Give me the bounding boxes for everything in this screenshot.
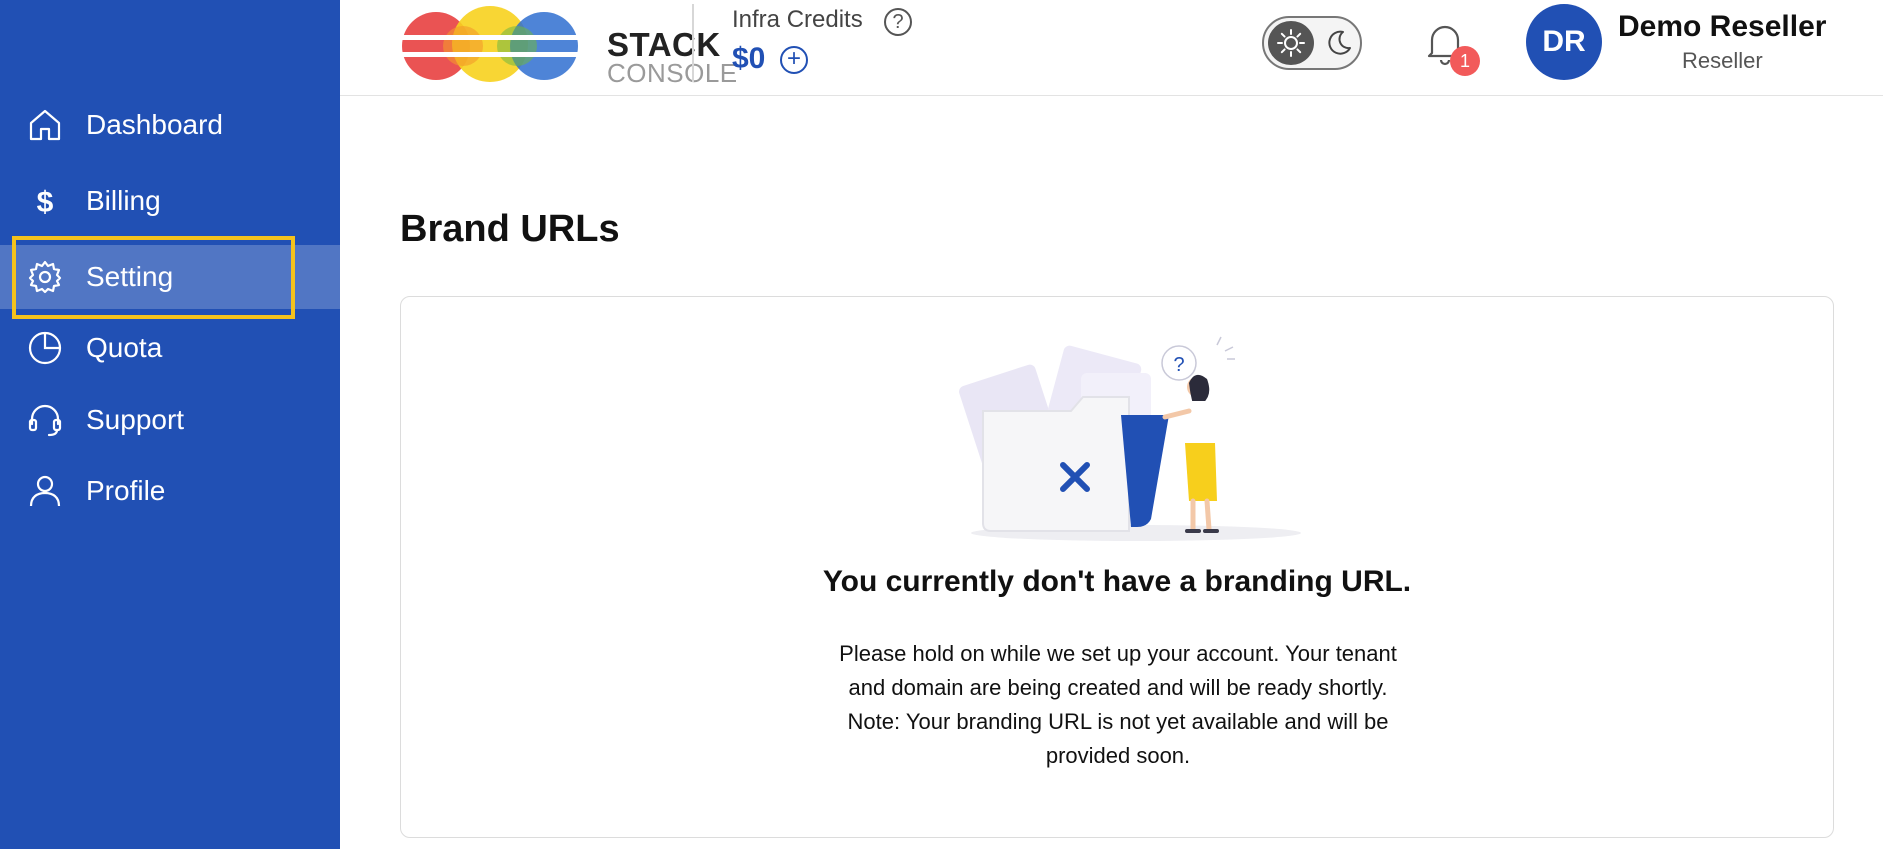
- dollar-icon: $: [26, 182, 64, 220]
- top-header: STACK CONSOLE Infra Credits ? $0 + 1 DR …: [340, 0, 1883, 96]
- svg-text:?: ?: [1173, 354, 1184, 376]
- theme-toggle[interactable]: [1262, 16, 1362, 70]
- empty-state-description: Please hold on while we set up your acco…: [781, 637, 1455, 773]
- sidebar-item-label: Setting: [86, 261, 174, 292]
- sidebar: Dashboard $ Billing Setting Quota Suppor…: [0, 0, 340, 849]
- gear-icon: [26, 258, 64, 296]
- sidebar-item-label: Support: [86, 404, 185, 435]
- empty-state-title: You currently don't have a branding URL.: [822, 565, 1412, 598]
- empty-state-line: Note: Your branding URL is not yet avail…: [847, 709, 1389, 734]
- avatar[interactable]: DR: [1526, 4, 1602, 80]
- logo-circles-icon: [400, 6, 600, 82]
- empty-state-line: provided soon.: [1045, 743, 1191, 768]
- user-icon: [26, 472, 64, 510]
- sidebar-item-billing[interactable]: $ Billing: [0, 169, 340, 233]
- logo-text-console: CONSOLE: [607, 58, 738, 88]
- user-name[interactable]: Demo Reseller: [1618, 10, 1826, 44]
- notification-badge: 1: [1450, 46, 1480, 76]
- empty-state-card: ? You currently don't have a branding UR…: [400, 296, 1834, 838]
- sidebar-item-profile[interactable]: Profile: [0, 459, 340, 523]
- sidebar-item-setting[interactable]: Setting: [0, 236, 340, 319]
- help-icon[interactable]: ?: [884, 8, 912, 36]
- headset-icon: [26, 401, 64, 439]
- page-title: Brand URLs: [400, 208, 620, 250]
- sidebar-item-label: Dashboard: [86, 109, 223, 140]
- home-icon: [26, 106, 64, 144]
- moon-icon: [1322, 26, 1356, 60]
- sidebar-item-support[interactable]: Support: [0, 388, 340, 452]
- sidebar-item-label: Billing: [86, 185, 161, 216]
- infra-credits-value: $0: [732, 42, 766, 75]
- sidebar-item-quota[interactable]: Quota: [0, 316, 340, 380]
- empty-state-line: and domain are being created and will be…: [848, 675, 1388, 700]
- stack-console-logo[interactable]: STACK CONSOLE: [400, 6, 737, 88]
- svg-text:$: $: [37, 186, 54, 219]
- add-credits-button[interactable]: +: [780, 46, 808, 74]
- empty-state-line: Please hold on while we set up your acco…: [839, 641, 1397, 666]
- user-role: Reseller: [1682, 48, 1763, 73]
- sidebar-item-dashboard[interactable]: Dashboard: [0, 93, 340, 157]
- infra-credits-label: Infra Credits: [732, 6, 863, 33]
- header-divider: [692, 4, 694, 82]
- sidebar-item-label: Profile: [86, 475, 166, 506]
- sidebar-item-label: Quota: [86, 332, 163, 363]
- empty-folder-illustration: ?: [959, 336, 1301, 541]
- sun-icon: [1268, 21, 1314, 65]
- pie-chart-icon: [26, 329, 64, 367]
